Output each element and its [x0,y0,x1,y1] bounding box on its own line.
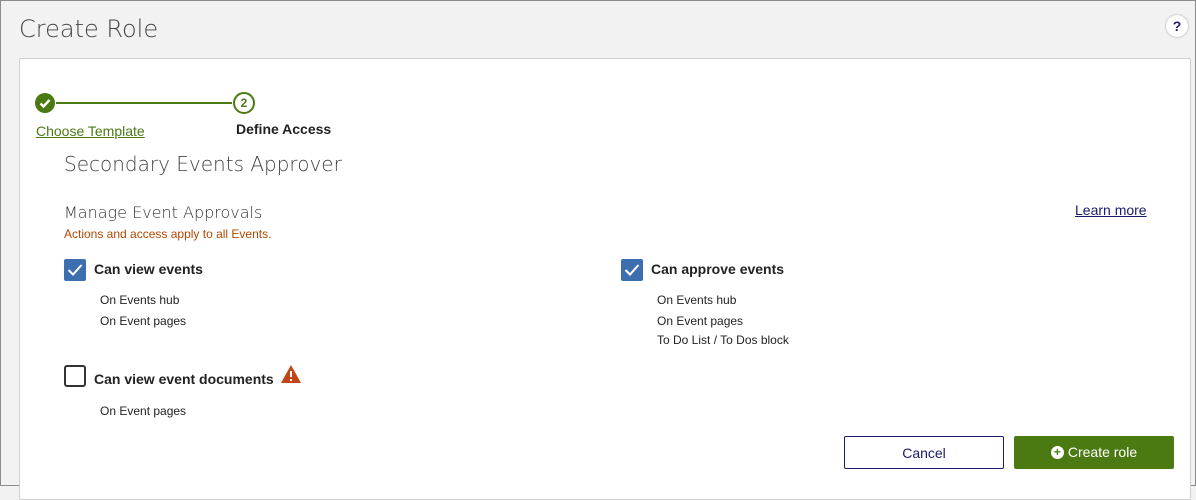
stepper-connector [56,102,232,104]
can-view-events-checkbox[interactable] [64,259,86,281]
permission-detail: On Event pages [100,404,187,418]
window: Create Role ? 2 Choose Template Define A… [0,0,1196,500]
create-role-panel: 2 Choose Template Define Access Secondar… [19,58,1191,500]
can-approve-events-checkbox[interactable] [621,259,643,281]
learn-more-link[interactable]: Learn more [1075,202,1147,218]
step-choose-template-link[interactable]: Choose Template [36,123,145,139]
create-role-label: Create role [1067,444,1138,460]
step-complete-check-icon[interactable] [35,93,55,113]
section-title: Manage Event Approvals [64,203,263,222]
step-2-indicator: 2 [233,92,255,114]
can-approve-events-label: Can approve events [651,261,785,277]
warning-icon[interactable] [280,364,302,389]
permission-detail: To Do List / To Dos block [657,333,789,347]
permission-detail: On Events hub [657,293,737,307]
section-note: Actions and access apply to all Events. [64,227,272,241]
help-button[interactable]: ? [1166,15,1188,37]
permission-detail: On Event pages [100,314,187,328]
permission-detail: On Events hub [100,293,180,307]
permission-detail: On Event pages [657,314,744,328]
can-view-event-documents-label: Can view event documents [94,371,274,387]
page-title: Create Role [19,15,159,43]
can-view-events-label: Can view events [94,261,203,277]
can-view-event-documents-checkbox[interactable] [64,365,86,387]
role-name-heading: Secondary Events Approver [64,152,342,176]
create-role-button[interactable]: + Create role [1014,436,1174,469]
cancel-button[interactable]: Cancel [844,436,1004,469]
plus-circle-icon: + [1050,445,1064,459]
step-define-access-label: Define Access [236,121,332,137]
